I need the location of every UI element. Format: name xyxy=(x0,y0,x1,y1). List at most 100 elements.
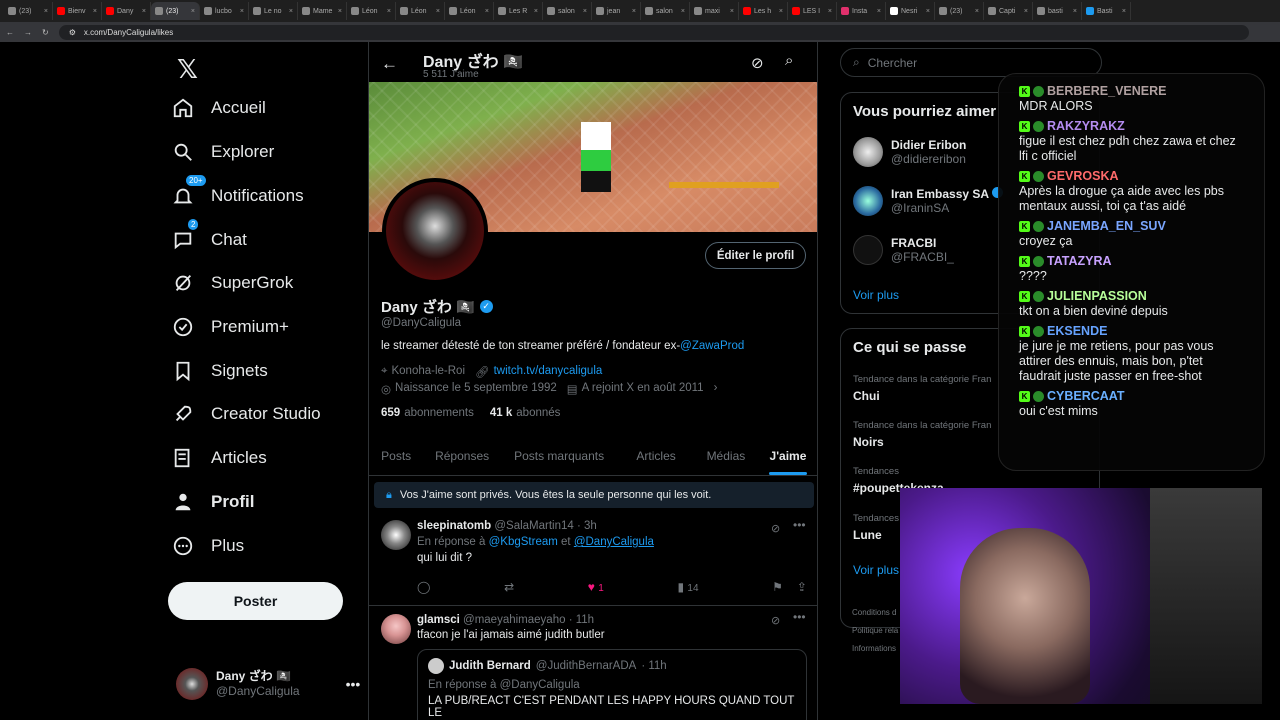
retweet-icon[interactable]: ⇄ xyxy=(504,580,514,594)
tweet-author-handle[interactable]: @SalaMartin14 xyxy=(494,520,573,532)
show-more-link[interactable]: Voir plus xyxy=(853,563,899,577)
close-tab-icon[interactable]: × xyxy=(828,8,832,15)
close-tab-icon[interactable]: × xyxy=(1024,8,1028,15)
browser-tab[interactable]: Basti × xyxy=(1082,2,1131,20)
following-count[interactable]: 659 xyxy=(381,407,400,419)
close-tab-icon[interactable]: × xyxy=(191,8,195,15)
site-info-icon[interactable]: ⚙ xyxy=(69,28,76,37)
show-more-link[interactable]: Voir plus xyxy=(853,288,899,302)
close-tab-icon[interactable]: × xyxy=(240,8,244,15)
close-tab-icon[interactable]: × xyxy=(877,8,881,15)
tab-posts[interactable]: Posts xyxy=(369,436,423,475)
like-button[interactable]: ♥ 1 xyxy=(588,580,604,594)
tab-articles[interactable]: Articles xyxy=(617,436,695,475)
browser-tab[interactable]: (23) × xyxy=(151,2,200,20)
tweet-time[interactable]: · 11h xyxy=(569,614,594,626)
browser-tab[interactable]: Les R × xyxy=(494,2,543,20)
nav-explore[interactable]: Explorer xyxy=(172,141,274,163)
tweet-author-name[interactable]: sleepinatomb xyxy=(417,520,491,532)
nav-chat[interactable]: 2 Chat xyxy=(172,219,247,251)
post-button[interactable]: Poster xyxy=(168,582,343,620)
close-tab-icon[interactable]: × xyxy=(681,8,685,15)
tweet-time[interactable]: · 3h xyxy=(577,520,597,532)
profile-website-link[interactable]: twitch.tv/danycaligula xyxy=(494,365,603,379)
close-tab-icon[interactable]: × xyxy=(44,8,48,15)
nav-home[interactable]: Accueil xyxy=(172,97,266,119)
tweet[interactable]: glamsci @maeyahimaeyaho · 11h tfacon je … xyxy=(369,606,817,720)
close-tab-icon[interactable]: × xyxy=(1073,8,1077,15)
close-tab-icon[interactable]: × xyxy=(975,8,979,15)
close-tab-icon[interactable]: × xyxy=(387,8,391,15)
followers-count[interactable]: 41 k xyxy=(490,407,512,419)
browser-tab[interactable]: Capti × xyxy=(984,2,1033,20)
browser-tab[interactable]: lucbo × xyxy=(200,2,249,20)
browser-tab[interactable]: (23) × xyxy=(4,2,53,20)
browser-tab[interactable]: Bienv × xyxy=(53,2,102,20)
grok-icon[interactable]: ⊘ xyxy=(751,54,764,72)
trend-item[interactable]: Tendance dans la catégorie Fran Noirs xyxy=(853,420,991,449)
more-icon[interactable]: ••• xyxy=(346,676,361,692)
close-tab-icon[interactable]: × xyxy=(583,8,587,15)
avatar[interactable] xyxy=(381,520,411,550)
tab-highlights[interactable]: Posts marquants xyxy=(501,436,617,475)
browser-tab[interactable]: Nesri × xyxy=(886,2,935,20)
browser-tab[interactable]: salon × xyxy=(641,2,690,20)
close-tab-icon[interactable]: × xyxy=(142,8,146,15)
more-icon[interactable]: ••• xyxy=(793,610,806,624)
nav-notifications[interactable]: 20+ Notifications xyxy=(172,175,304,207)
close-tab-icon[interactable]: × xyxy=(926,8,930,15)
close-tab-icon[interactable]: × xyxy=(289,8,293,15)
suggested-account[interactable]: Iran Embassy SA @IraninSA xyxy=(853,186,1004,216)
share-icon[interactable]: ⇪ xyxy=(797,580,807,594)
browser-tab[interactable]: salon × xyxy=(543,2,592,20)
tweet-author-name[interactable]: glamsci xyxy=(417,614,460,626)
forward-icon[interactable]: → xyxy=(24,28,32,37)
address-bar[interactable]: ⚙ x.com/DanyCaligula/likes xyxy=(58,24,1249,40)
browser-tab[interactable]: jean × xyxy=(592,2,641,20)
nav-creator-studio[interactable]: Creator Studio xyxy=(172,403,321,425)
avatar[interactable] xyxy=(381,614,411,644)
views-button[interactable]: ▮ 14 xyxy=(677,580,698,594)
chevron-right-icon[interactable]: › xyxy=(714,382,718,396)
close-tab-icon[interactable]: × xyxy=(1122,8,1126,15)
browser-tab[interactable]: basti × xyxy=(1033,2,1082,20)
nav-bookmarks[interactable]: Signets xyxy=(172,360,268,382)
close-tab-icon[interactable]: × xyxy=(338,8,342,15)
mention-link[interactable]: @KbgStream xyxy=(489,536,558,548)
suggested-account[interactable]: Didier Eribon @didiereribon xyxy=(853,137,966,167)
close-tab-icon[interactable]: × xyxy=(534,8,538,15)
mention-link[interactable]: @DanyCaligula xyxy=(574,536,654,548)
bookmark-icon[interactable]: ⚑ xyxy=(772,580,783,594)
tweet-author-handle[interactable]: @maeyahimaeyaho xyxy=(463,614,565,626)
tab-likes[interactable]: J'aime xyxy=(757,436,817,475)
more-icon[interactable]: ••• xyxy=(793,518,806,532)
back-arrow-icon[interactable]: ← xyxy=(381,54,398,74)
footer-link[interactable]: Politique rela xyxy=(852,622,898,640)
browser-tab[interactable]: Léon × xyxy=(347,2,396,20)
nav-articles[interactable]: Articles xyxy=(172,447,267,469)
suggested-account[interactable]: FRACBI @FRACBI_ xyxy=(853,235,954,265)
browser-tab[interactable]: maxi × xyxy=(690,2,739,20)
grok-icon[interactable]: ⊘ xyxy=(771,522,780,535)
close-tab-icon[interactable]: × xyxy=(730,8,734,15)
browser-tab[interactable]: Léon × xyxy=(445,2,494,20)
search-icon[interactable]: ⌕ xyxy=(785,52,793,69)
nav-profile[interactable]: Profil xyxy=(172,491,254,513)
browser-tab[interactable]: (23) × xyxy=(935,2,984,20)
browser-tab[interactable]: LES I × xyxy=(788,2,837,20)
close-tab-icon[interactable]: × xyxy=(93,8,97,15)
browser-tab[interactable]: Dany × xyxy=(102,2,151,20)
tweet[interactable]: sleepinatomb @SalaMartin14 · 3h En répon… xyxy=(369,514,817,606)
tab-replies[interactable]: Réponses xyxy=(423,436,501,475)
profile-avatar[interactable] xyxy=(382,178,488,284)
browser-tab[interactable]: Insta × xyxy=(837,2,886,20)
close-tab-icon[interactable]: × xyxy=(779,8,783,15)
reply-icon[interactable]: ◯ xyxy=(417,580,430,594)
browser-tab[interactable]: Mame × xyxy=(298,2,347,20)
browser-tab[interactable]: Léon × xyxy=(396,2,445,20)
trend-item[interactable]: Tendances Lune xyxy=(853,513,899,542)
trend-item[interactable]: Tendance dans la catégorie Fran Chui xyxy=(853,374,991,403)
nav-premium[interactable]: Premium+ xyxy=(172,316,289,338)
close-tab-icon[interactable]: × xyxy=(436,8,440,15)
close-tab-icon[interactable]: × xyxy=(632,8,636,15)
